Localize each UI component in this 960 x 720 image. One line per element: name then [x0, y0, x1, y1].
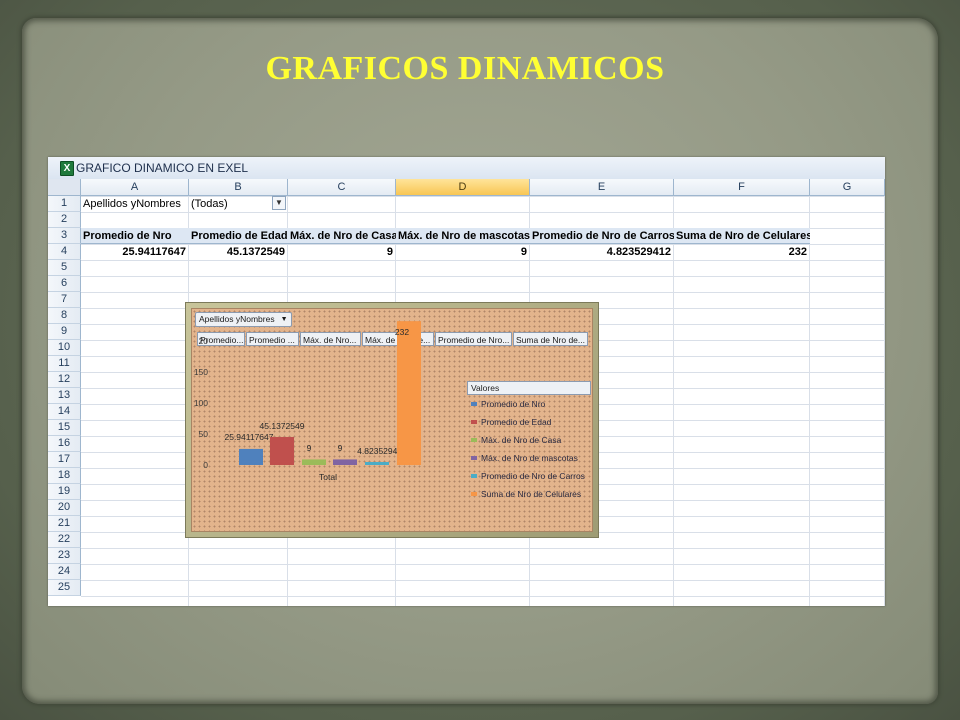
row-header-12[interactable]: 12	[48, 372, 81, 388]
row-header-6[interactable]: 6	[48, 276, 81, 292]
chart-legend[interactable]: Valores Promedio de Nro Promedio de Edad M…	[467, 381, 591, 511]
pivot-header-cell[interactable]: Suma de Nro de Celulares	[674, 228, 810, 244]
column-header-c[interactable]: C	[288, 179, 396, 196]
legend-label: Suma de Nro de Celulares	[481, 489, 582, 499]
y-tick-label: 0	[203, 460, 208, 470]
legend-item[interactable]: Promedio de Nro de Carros	[467, 467, 591, 485]
pivot-value-cell[interactable]: 232	[674, 244, 809, 260]
pivot-value-cell[interactable]: 25.94117647	[81, 244, 188, 260]
cell-filter-value[interactable]: (Todas)	[189, 196, 272, 212]
column-header-g[interactable]: G	[810, 179, 885, 196]
legend-swatch	[471, 492, 477, 496]
legend-item[interactable]: Máx. de Nro de Casa	[467, 431, 591, 449]
legend-item[interactable]: Promedio de Nro	[467, 395, 591, 413]
legend-swatch	[471, 456, 477, 460]
row-header-14[interactable]: 14	[48, 404, 81, 420]
row-header-17[interactable]: 17	[48, 452, 81, 468]
legend-label: Máx. de Nro de mascotas	[481, 453, 578, 463]
bar[interactable]	[333, 459, 357, 465]
bar[interactable]	[239, 448, 263, 465]
pivot-header-cell[interactable]: Máx. de Nro de mascotas	[396, 228, 530, 244]
row-header-20[interactable]: 20	[48, 500, 81, 516]
row-header-5[interactable]: 5	[48, 260, 81, 276]
row-header-24[interactable]: 24	[48, 564, 81, 580]
y-tick-label: 50	[199, 429, 209, 439]
legend-label: Promedio de Nro de Carros	[481, 471, 585, 481]
row-header-21[interactable]: 21	[48, 516, 81, 532]
row-header-13[interactable]: 13	[48, 388, 81, 404]
cell-filter-label[interactable]: Apellidos yNombres	[81, 196, 189, 212]
y-tick-label: 100	[194, 398, 208, 408]
bar[interactable]	[365, 462, 389, 465]
data-label: 45.1372549	[260, 421, 305, 431]
data-label: 232	[395, 327, 409, 337]
legend-item[interactable]: Máx. de Nro de mascotas	[467, 449, 591, 467]
bar[interactable]	[397, 321, 421, 465]
window-title: GRAFICO DINAMICO EN EXEL	[76, 161, 249, 175]
legend-swatch	[471, 474, 477, 478]
legend-item[interactable]: Promedio de Edad	[467, 413, 591, 431]
excel-window: X GRAFICO DINAMICO EN EXEL ABCDEFG 12345…	[48, 157, 885, 606]
pivot-value-cell[interactable]: 4.823529412	[530, 244, 673, 260]
legend-swatch	[471, 420, 477, 424]
column-header-a[interactable]: A	[81, 179, 189, 196]
pivot-value-cell[interactable]: 9	[396, 244, 529, 260]
legend-item[interactable]: Suma de Nro de Celulares	[467, 485, 591, 503]
pivot-chart[interactable]: Apellidos yNombres ▼ Promedio... Promedio…	[185, 302, 599, 538]
row-header-11[interactable]: 11	[48, 356, 81, 372]
grid-line	[809, 196, 810, 606]
filter-dropdown-arrow[interactable]: ▼	[272, 196, 286, 210]
row-header-25[interactable]: 25	[48, 580, 81, 596]
row-header-4[interactable]: 4	[48, 244, 81, 260]
legend-title: Valores	[467, 381, 591, 395]
row-header-19[interactable]: 19	[48, 484, 81, 500]
row-header-15[interactable]: 15	[48, 420, 81, 436]
row-header-3[interactable]: 3	[48, 228, 81, 244]
row-header-23[interactable]: 23	[48, 548, 81, 564]
excel-icon: X	[60, 161, 74, 176]
grid-line	[884, 196, 885, 606]
data-label: 9	[338, 443, 343, 453]
legend-label: Promedio de Nro	[481, 399, 546, 409]
bar[interactable]	[302, 459, 326, 465]
row-header-22[interactable]: 22	[48, 532, 81, 548]
column-header-d[interactable]: D	[396, 179, 530, 196]
legend-label: Promedio de Edad	[481, 417, 552, 427]
row-header-9[interactable]: 9	[48, 324, 81, 340]
row-header-10[interactable]: 10	[48, 340, 81, 356]
pivot-value-cell[interactable]: 9	[288, 244, 395, 260]
chart-plot-area[interactable]: Apellidos yNombres ▼ Promedio... Promedio…	[191, 308, 593, 532]
row-header-1[interactable]: 1	[48, 196, 81, 212]
pivot-header-cell[interactable]: Promedio de Nro de Carros	[530, 228, 674, 244]
row-header-8[interactable]: 8	[48, 308, 81, 324]
legend-swatch	[471, 402, 477, 406]
y-tick-label: 150	[194, 367, 208, 377]
row-header-16[interactable]: 16	[48, 436, 81, 452]
pivot-value-cell[interactable]: 45.1372549	[189, 244, 287, 260]
row-header-7[interactable]: 7	[48, 292, 81, 308]
legend-items: Promedio de Nro Promedio de Edad Máx. de N…	[467, 395, 591, 503]
data-label: 25.94117647	[224, 432, 273, 442]
column-header-f[interactable]: F	[674, 179, 810, 196]
select-all-corner[interactable]	[48, 179, 81, 196]
y-tick-label: 20	[199, 336, 209, 346]
data-label: 9	[307, 443, 312, 453]
column-header-b[interactable]: B	[189, 179, 288, 196]
legend-swatch	[471, 438, 477, 442]
bar[interactable]	[270, 437, 294, 465]
window-titlebar[interactable]: X GRAFICO DINAMICO EN EXEL	[48, 157, 885, 180]
column-header-e[interactable]: E	[530, 179, 674, 196]
legend-label: Máx. de Nro de Casa	[481, 435, 562, 445]
row-header-2[interactable]: 2	[48, 212, 81, 228]
row-header-18[interactable]: 18	[48, 468, 81, 484]
x-axis-label: Total	[319, 472, 337, 482]
pivot-header-cell[interactable]: Promedio de Edad	[189, 228, 288, 244]
pivot-header-cell[interactable]: Promedio de Nro	[81, 228, 189, 244]
pivot-header-cell[interactable]: Máx. de Nro de Casa	[288, 228, 396, 244]
slide-title: GRAFICOS DINAMICOS	[265, 50, 665, 87]
